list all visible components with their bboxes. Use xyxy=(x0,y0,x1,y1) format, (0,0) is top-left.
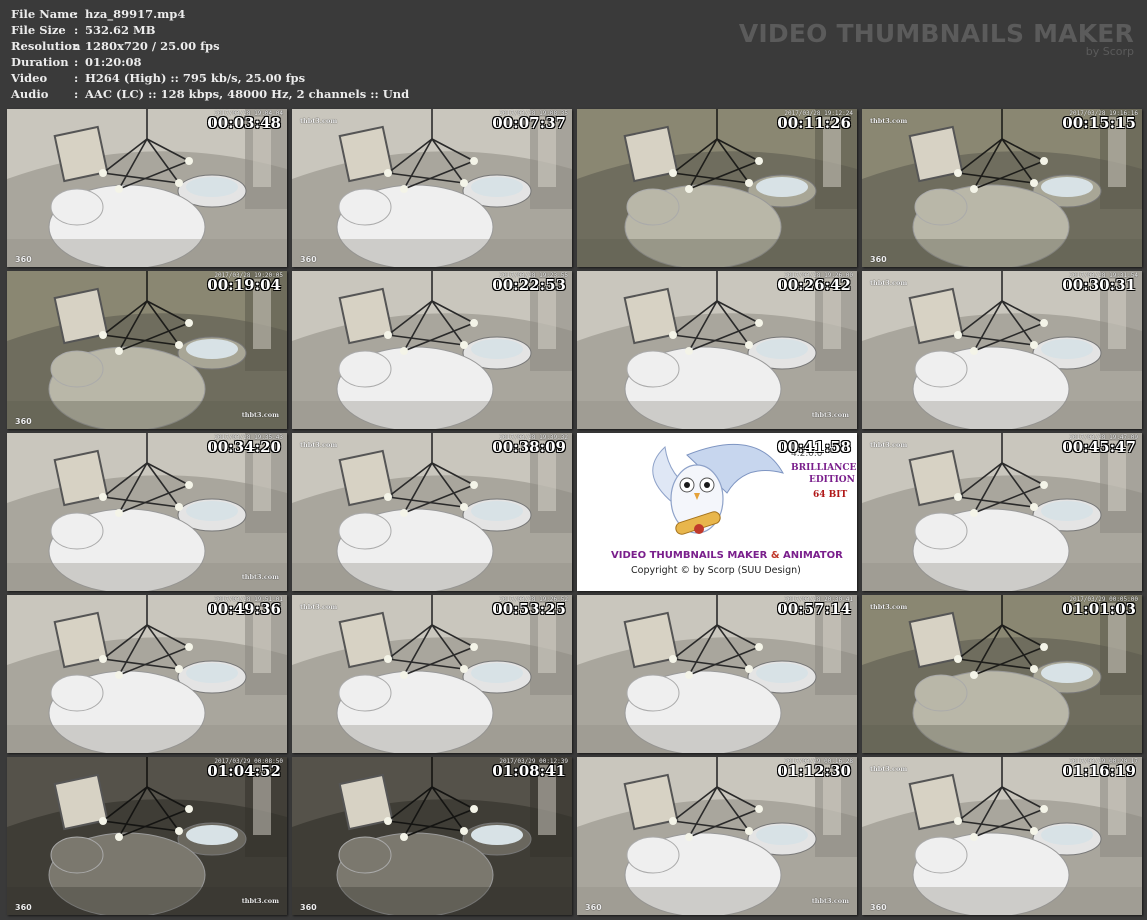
video-thumbnail[interactable]: 2017/03/29 00:05:00 thbt3.com 01:01:03 xyxy=(862,595,1142,753)
site-watermark: thbt3.com xyxy=(241,411,279,419)
site-watermark: thbt3.com xyxy=(870,603,908,611)
timestamp-label: 00:38:09 xyxy=(492,438,566,456)
site-watermark: thbt3.com xyxy=(811,897,849,905)
video-thumbnail[interactable]: 2017/03/28 19:26:00 thbt3.com 00:26:42 xyxy=(577,271,857,429)
video-thumbnail[interactable]: 2017/03/29 00:16:28 360 thbt3.com 01:12:30 xyxy=(577,757,857,915)
camera-frame xyxy=(862,109,1142,267)
site-watermark: thbt3.com xyxy=(870,279,908,287)
timestamp-label: 00:07:37 xyxy=(492,114,566,132)
timestamp-label: 00:30:31 xyxy=(1062,276,1136,294)
timestamp-label: 00:03:48 xyxy=(207,114,281,132)
video-thumbnail[interactable]: 2017/03/28 19:04:04 360 00:03:48 xyxy=(7,109,287,267)
site-watermark: thbt3.com xyxy=(241,573,279,581)
timestamp-label: 01:04:52 xyxy=(207,762,281,780)
timestamp-label: 00:11:26 xyxy=(777,114,851,132)
timestamp-label: 01:01:03 xyxy=(1062,600,1136,618)
logo-thumbnail[interactable]: 4.2.0.0 BRILLIANCE EDITION 64 BIT VIDEO THUM… xyxy=(577,433,857,591)
timestamp-label: 00:53:25 xyxy=(492,600,566,618)
video-thumbnail[interactable]: 2017/03/28 19:08:35 360 thbt3.com 00:07:37 xyxy=(292,109,572,267)
video-thumbnail[interactable]: 2017/03/28 20:30:41 00:57:14 xyxy=(577,595,857,753)
video-thumbnail[interactable]: 2017/03/29 00:12:39 360 01:08:41 xyxy=(292,757,572,915)
camera-logo: 360 xyxy=(300,903,317,912)
camera-frame xyxy=(577,595,857,753)
edition-label: EDITION xyxy=(809,475,855,485)
timestamp-label: 00:34:20 xyxy=(207,438,281,456)
camera-frame xyxy=(862,757,1142,915)
video-thumbnail[interactable]: 2017/03/28 19:51:01 00:49:36 xyxy=(7,595,287,753)
timestamp-label: 00:26:42 xyxy=(777,276,851,294)
site-watermark: thbt3.com xyxy=(811,411,849,419)
camera-frame xyxy=(577,271,857,429)
video-thumbnail[interactable]: 2017/03/29 00:20:17 360 thbt3.com 01:16:19 xyxy=(862,757,1142,915)
video-thumbnail[interactable]: 2017/03/29 00:08:50 360 thbt3.com 01:04:52 xyxy=(7,757,287,915)
site-watermark: thbt3.com xyxy=(300,441,338,449)
camera-logo: 360 xyxy=(15,417,32,426)
timestamp-label: 01:16:19 xyxy=(1062,762,1136,780)
camera-logo: 360 xyxy=(585,903,602,912)
video-thumbnail[interactable]: 2017/03/28 19:12:24 00:11:26 xyxy=(577,109,857,267)
camera-logo: 360 xyxy=(870,255,887,264)
site-watermark: thbt3.com xyxy=(241,897,279,905)
product-title-part: VIDEO THUMBNAILS MAKER xyxy=(611,550,768,561)
camera-frame xyxy=(292,433,572,591)
site-watermark: thbt3.com xyxy=(300,117,338,125)
timestamp-label: 01:12:30 xyxy=(777,762,851,780)
video-thumbnail[interactable]: 2017/03/28 19:35:43 thbt3.com 00:34:20 xyxy=(7,433,287,591)
site-watermark: thbt3.com xyxy=(300,603,338,611)
timestamp-label: 00:22:53 xyxy=(492,276,566,294)
product-title-part: ANIMATOR xyxy=(783,550,843,561)
video-thumbnail[interactable]: 2017/03/28 19:16:16 360 thbt3.com 00:15:15 xyxy=(862,109,1142,267)
video-thumbnail[interactable]: 2017/03/28 19:26:52 thbt3.com 00:53:25 xyxy=(292,595,572,753)
camera-logo: 360 xyxy=(300,255,317,264)
video-thumbnail[interactable]: 2017/03/28 19:47:09 thbt3.com 00:45:47 xyxy=(862,433,1142,591)
timestamp-label: 00:19:04 xyxy=(207,276,281,294)
timestamp-label: 00:15:15 xyxy=(1062,114,1136,132)
camera-frame xyxy=(292,595,572,753)
bitness-label: 64 BIT xyxy=(813,490,848,500)
camera-frame xyxy=(862,595,1142,753)
camera-frame xyxy=(862,271,1142,429)
camera-frame xyxy=(292,271,572,429)
thumbnail-grid: 2017/03/28 19:04:04 360 00:03:48 2017/03/2… xyxy=(0,0,1147,920)
camera-frame xyxy=(7,595,287,753)
camera-logo: 360 xyxy=(15,903,32,912)
camera-logo: 360 xyxy=(870,903,887,912)
camera-logo: 360 xyxy=(15,255,32,264)
timestamp-label: 00:49:36 xyxy=(207,600,281,618)
camera-frame xyxy=(7,433,287,591)
camera-frame xyxy=(577,109,857,267)
video-thumbnail[interactable]: 2017/03/28 19:39:32 thbt3.com 00:38:09 xyxy=(292,433,572,591)
camera-frame xyxy=(7,109,287,267)
site-watermark: thbt3.com xyxy=(870,765,908,773)
camera-frame xyxy=(292,109,572,267)
timestamp-label: 00:57:14 xyxy=(777,600,851,618)
camera-frame xyxy=(292,757,572,915)
timestamp-label: 00:41:58 xyxy=(777,438,851,456)
timestamp-label: 00:45:47 xyxy=(1062,438,1136,456)
edition-label: BRILLIANCE xyxy=(791,463,857,473)
timestamp-label: 01:08:41 xyxy=(492,762,566,780)
camera-frame xyxy=(577,757,857,915)
site-watermark: thbt3.com xyxy=(870,441,908,449)
camera-frame xyxy=(862,433,1142,591)
product-title-and: & xyxy=(770,550,780,561)
video-thumbnail[interactable]: 2017/03/28 19:20:05 360 thbt3.com 00:19:04 xyxy=(7,271,287,429)
camera-frame xyxy=(7,271,287,429)
product-title: VIDEO THUMBNAILS MAKER & ANIMATOR xyxy=(611,550,843,561)
video-thumbnail[interactable]: 2017/03/28 19:23:55 00:22:53 xyxy=(292,271,572,429)
copyright-text: Copyright © by Scorp (SUU Design) xyxy=(631,565,801,576)
camera-frame xyxy=(7,757,287,915)
video-thumbnail[interactable]: 2017/03/28 19:31:54 thbt3.com 00:30:31 xyxy=(862,271,1142,429)
site-watermark: thbt3.com xyxy=(870,117,908,125)
